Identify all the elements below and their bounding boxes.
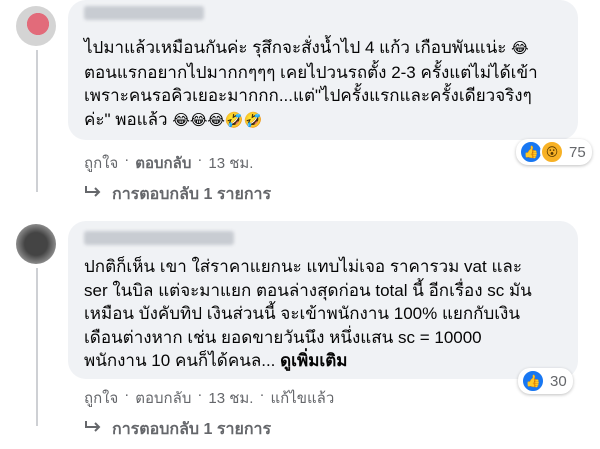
see-more-link[interactable]: ดูเพิ่มเติม — [280, 351, 347, 370]
comment-text-line: ค่ะ" พอแล้ว — [84, 109, 173, 129]
comment-actions: ถูกใจ · ตอบกลับ · 13 ชม. · แก้ไขแล้ว — [84, 386, 334, 410]
comment-text-line: เดือนต่างหาก เช่น ยอดขายวันนึง หนึ่งแสน … — [84, 327, 482, 347]
timestamp[interactable]: 13 ชม. — [208, 386, 253, 410]
comment-text-line: เพราะคนรอคิวเยอะมากกก...แต่"ไปครั้งแรกแล… — [84, 86, 532, 105]
thread-connector — [36, 50, 38, 192]
reply-button[interactable]: ตอบกลับ — [135, 386, 191, 410]
wow-icon: 😮 — [540, 140, 564, 164]
reaction-summary[interactable]: 👍 30 — [518, 368, 573, 394]
reply-button[interactable]: ตอบกลับ — [135, 151, 191, 175]
replies-label: การตอบกลับ 1 รายการ — [112, 186, 272, 203]
separator-dot: · — [124, 151, 130, 168]
like-icon: 👍 — [521, 369, 545, 393]
view-replies-link[interactable]: การตอบกลับ 1 รายการ — [84, 182, 271, 207]
thread-connector — [36, 268, 38, 426]
replies-label: การตอบกลับ 1 รายการ — [112, 421, 272, 438]
comment-text-line: ser ในบิล แต่จะมาแยก ตอนล่างสุดก่อน tota… — [84, 280, 532, 300]
author-name-blurred[interactable] — [84, 6, 204, 20]
comment-actions: ถูกใจ · ตอบกลับ · 13 ชม. — [84, 151, 253, 175]
comment-bubble: ปกติก็เห็น เขา ใส่ราคาแยกนะ แทบไม่เจอ รา… — [68, 221, 578, 379]
author-name-blurred[interactable] — [84, 231, 234, 245]
reaction-count: 75 — [569, 143, 586, 161]
comment-bubble: ไปมาแล้วเหมือนกันค่ะ รุสึกจะสั่งน้ำไป 4 … — [68, 0, 578, 140]
separator-dot: · — [124, 386, 130, 403]
like-button[interactable]: ถูกใจ — [84, 386, 118, 410]
avatar[interactable] — [16, 6, 56, 46]
comment-text: ไปมาแล้วเหมือนกันค่ะ รุสึกจะสั่งน้ำไป 4 … — [84, 36, 564, 132]
comment-text-line: ปกติก็เห็น เขา ใส่ราคาแยกนะ แทบไม่เจอ รา… — [84, 257, 522, 276]
comment-text: ปกติก็เห็น เขา ใส่ราคาแยกนะ แทบไม่เจอ รา… — [84, 255, 564, 373]
comment-text-line: ไปมาแล้วเหมือนกันค่ะ รุสึกจะสั่งน้ำไป 4 … — [84, 38, 512, 57]
separator-dot: · — [259, 386, 265, 403]
laugh-emoji-row-icon: 😂😂😂🤣🤣 — [172, 110, 263, 129]
like-button[interactable]: ถูกใจ — [84, 151, 118, 175]
separator-dot: · — [197, 386, 203, 403]
reply-arrow-icon — [84, 420, 102, 439]
reaction-summary[interactable]: 👍 😮 75 — [516, 139, 592, 165]
separator-dot: · — [197, 151, 203, 168]
view-replies-link[interactable]: การตอบกลับ 1 รายการ — [84, 417, 271, 442]
comment-text-line: เหมือน บังคับทิป เงินส่วนนี้ จะเข้าพนักง… — [84, 304, 520, 323]
laugh-emoji-icon: 😂 — [511, 39, 529, 57]
reaction-count: 30 — [550, 372, 567, 390]
edited-label: แก้ไขแล้ว — [270, 390, 335, 407]
avatar[interactable] — [16, 224, 56, 264]
timestamp[interactable]: 13 ชม. — [208, 151, 253, 175]
comment-text-line: พนักงาน 10 คนก็ได้คนล... — [84, 351, 276, 370]
comment-text-line: ตอนแรกอยากไปมากกๆๆๆ เคยไปวนรถตั้ง 2-3 คร… — [84, 62, 538, 82]
reply-arrow-icon — [84, 185, 102, 204]
